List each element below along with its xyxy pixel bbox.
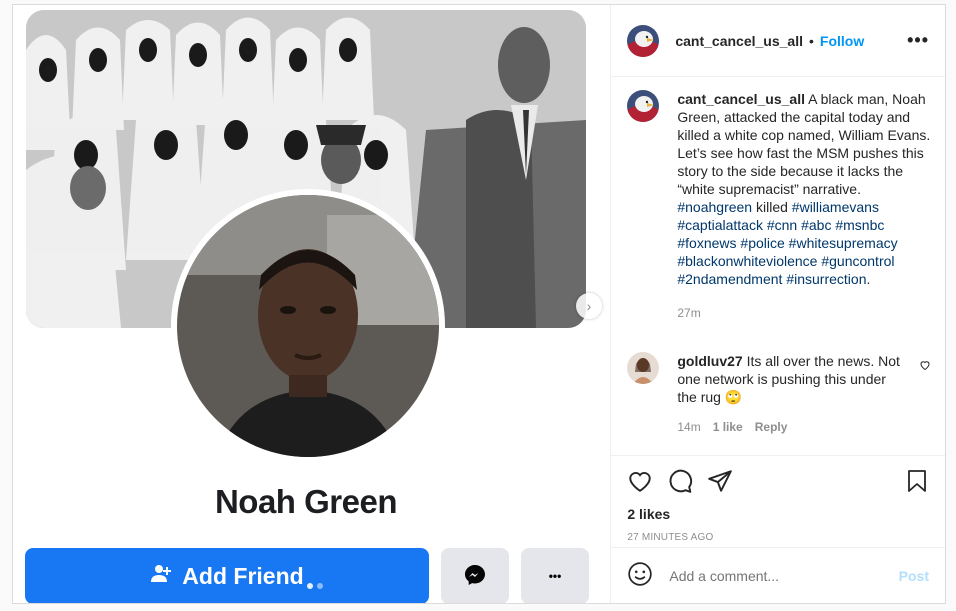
post-side-panel: cant_cancel_us_all • Follow ••• cant_can…	[610, 5, 945, 603]
comment-bubble-icon[interactable]	[667, 468, 693, 497]
instagram-post: Noah Green Add Friend ••• › cant_cancel_…	[12, 4, 946, 604]
hashtag-link[interactable]: #noahgreen	[677, 199, 752, 215]
profile-name: Noah Green	[214, 483, 398, 520]
emoji-icon[interactable]	[627, 561, 653, 590]
comment-timestamp[interactable]: 14m	[677, 418, 700, 436]
action-bar	[627, 466, 929, 498]
hashtag-link[interactable]: #abc	[801, 217, 831, 233]
messenger-icon	[463, 563, 487, 590]
fb-more-button: •••	[521, 548, 589, 603]
add-friend-button: Add Friend	[25, 548, 429, 603]
hashtag-link[interactable]: #msnbc	[835, 217, 884, 233]
comment-like-icon[interactable]	[919, 358, 931, 374]
add-friend-label: Add Friend	[182, 562, 304, 589]
carousel-indicator	[307, 583, 323, 589]
post-comment-button[interactable]: Post	[899, 568, 929, 584]
carousel-dot-active	[307, 583, 313, 589]
post-header: cant_cancel_us_all • Follow •••	[611, 5, 945, 77]
comment-likes[interactable]: 1 like	[713, 418, 743, 436]
profile-picture	[171, 189, 445, 463]
hashtag-link[interactable]: #insurrection	[786, 271, 866, 287]
avatar[interactable]	[627, 352, 660, 384]
follow-button[interactable]: Follow	[820, 33, 864, 49]
avatar[interactable]	[627, 24, 660, 57]
caption-timestamp[interactable]: 27m	[677, 304, 931, 322]
comment-item: goldluv27 Its all over the news. Not one…	[627, 352, 931, 436]
comment-input[interactable]	[669, 567, 890, 584]
share-paper-plane-icon[interactable]	[707, 468, 733, 497]
carousel-dot	[317, 583, 323, 589]
comment-username[interactable]: goldluv27	[677, 353, 742, 369]
caption: cant_cancel_us_all A black man, Noah Gre…	[627, 90, 931, 322]
likes-count[interactable]: 2 likes	[627, 506, 929, 522]
comment-body: goldluv27 Its all over the news. Not one…	[677, 352, 907, 436]
hashtag-link[interactable]: #williamevans	[792, 199, 879, 215]
save-bookmark-icon[interactable]	[905, 468, 929, 497]
next-slide-icon[interactable]: ›	[576, 293, 602, 319]
profile-photo-image	[177, 195, 439, 457]
fb-more-icon: •••	[548, 569, 562, 583]
hashtag-link[interactable]: #cnn	[767, 217, 797, 233]
hashtag-link[interactable]: #whitesupremacy	[789, 235, 898, 251]
hashtag-link[interactable]: #guncontrol	[821, 253, 894, 269]
caption-username[interactable]: cant_cancel_us_all	[677, 91, 805, 107]
separator-dot: •	[809, 32, 814, 49]
post-media[interactable]: Noah Green Add Friend ••• ›	[13, 5, 611, 603]
caption-word: killed	[756, 199, 788, 215]
more-options-icon[interactable]: •••	[907, 30, 929, 51]
add-comment-bar: Post	[611, 547, 945, 603]
post-actions: 2 likes 27 MINUTES AGO	[611, 455, 945, 543]
reply-button[interactable]: Reply	[755, 418, 788, 436]
hashtag-link[interactable]: #captialattack	[677, 217, 763, 233]
like-heart-icon[interactable]	[627, 468, 653, 497]
avatar[interactable]	[627, 90, 660, 122]
messenger-button	[441, 548, 509, 603]
hashtag-link[interactable]: #2ndamendment	[677, 271, 782, 287]
hashtag-link[interactable]: #foxnews	[677, 235, 736, 251]
caption-body: cant_cancel_us_all A black man, Noah Gre…	[677, 90, 931, 322]
hashtag-link[interactable]: #police	[740, 235, 784, 251]
hashtag-link[interactable]: #blackonwhiteviolence	[677, 253, 817, 269]
comment-meta: 14m 1 like Reply	[677, 418, 907, 436]
add-friend-icon	[150, 562, 172, 590]
comments-section: cant_cancel_us_all A black man, Noah Gre…	[627, 90, 931, 436]
caption-period: .	[866, 271, 871, 287]
post-timestamp: 27 MINUTES AGO	[627, 532, 714, 543]
username-link[interactable]: cant_cancel_us_all	[675, 33, 803, 49]
